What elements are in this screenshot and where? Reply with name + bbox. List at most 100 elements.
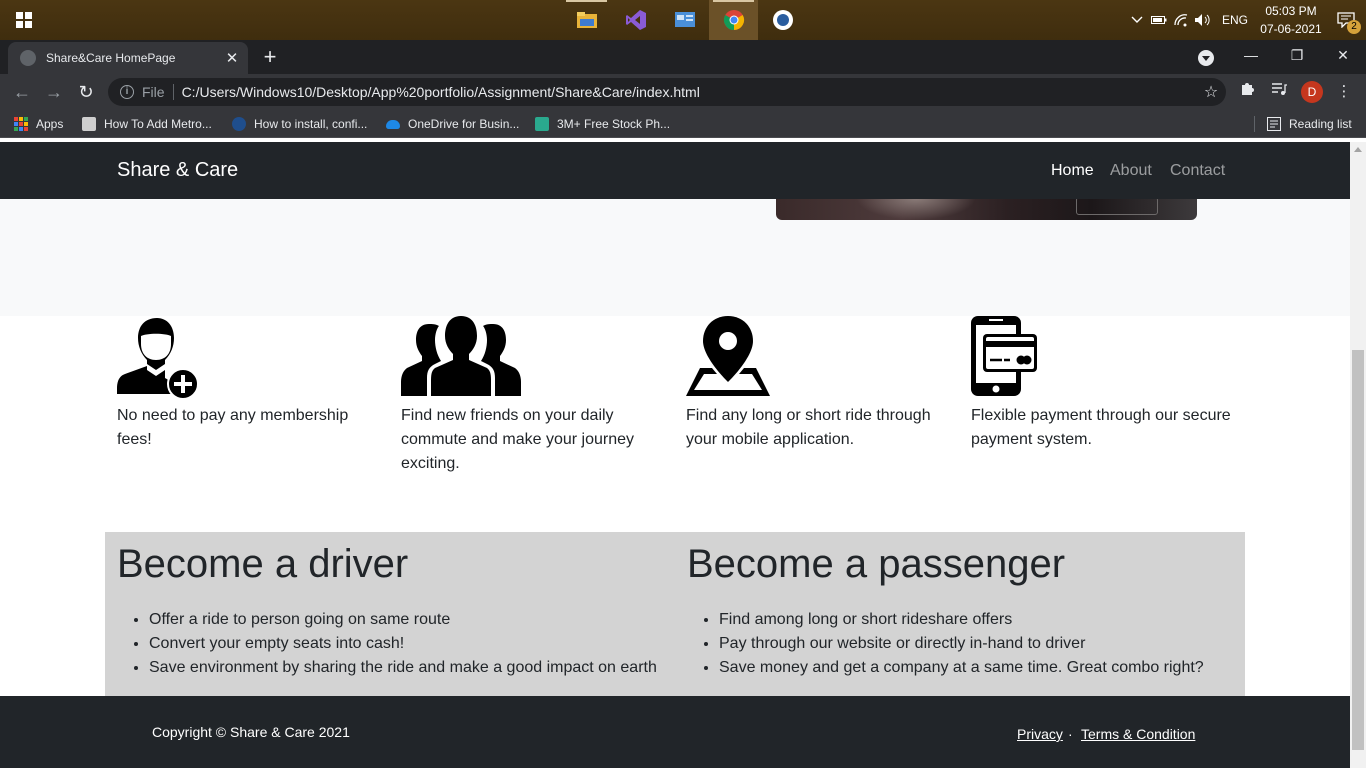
site-favicon-icon — [535, 117, 549, 131]
battery-icon[interactable] — [1148, 0, 1170, 40]
bookmark-label: OneDrive for Busin... — [408, 117, 520, 131]
nav-contact[interactable]: Contact — [1170, 162, 1225, 180]
language-indicator[interactable]: ENG — [1214, 13, 1256, 27]
address-divider — [172, 84, 174, 100]
visual-studio-icon[interactable] — [611, 0, 660, 40]
system-tray: ENG 05:03 PM 07-06-2021 2 — [1126, 0, 1366, 40]
bookmark-star-icon[interactable]: ☆ — [1196, 82, 1226, 102]
list-item: Save money and get a company at a same t… — [719, 656, 1247, 680]
browser-toolbar: ← → ↻ i File C:/Users/Windows10/Desktop/… — [0, 74, 1366, 110]
bookmark-label: Apps — [36, 117, 64, 131]
passenger-column: Become a passenger Find among long or sh… — [687, 538, 1247, 680]
site-footer: Copyright © Share & Care 2021 Privacy · … — [0, 696, 1350, 768]
volume-icon[interactable] — [1192, 0, 1214, 40]
driver-list: Offer a ride to person going on same rou… — [117, 608, 677, 680]
browser-tab-strip: Share&Care HomePage ✕ + — ❐ ✕ — [0, 40, 1366, 74]
feature-friends: Find new friends on your daily commute a… — [401, 316, 661, 476]
reload-icon[interactable]: ↻ — [74, 80, 98, 104]
tab-title: Share&Care HomePage — [46, 51, 176, 65]
copyright-text: Copyright © Share & Care 2021 — [152, 724, 350, 740]
feature-ride: Find any long or short ride through your… — [686, 316, 946, 452]
list-item: Find among long or short rideshare offer… — [719, 608, 1247, 632]
passenger-list: Find among long or short rideshare offer… — [687, 608, 1247, 680]
bookmark-metro[interactable]: How To Add Metro... — [82, 115, 212, 133]
file-explorer-icon[interactable] — [562, 0, 611, 40]
browser-tab[interactable]: Share&Care HomePage ✕ — [8, 42, 248, 74]
passenger-heading: Become a passenger — [687, 542, 1066, 586]
user-add-icon — [117, 318, 199, 400]
more-menu-icon[interactable]: ⋮ — [1332, 80, 1356, 104]
profile-avatar[interactable]: D — [1301, 81, 1323, 103]
list-item: Pay through our website or directly in-h… — [719, 632, 1247, 656]
feature-payment: Flexible payment through our secure paym… — [971, 316, 1231, 452]
bookmark-label: How To Add Metro... — [104, 117, 212, 131]
privacy-link[interactable]: Privacy — [1017, 726, 1063, 742]
bookmark-label: 3M+ Free Stock Ph... — [557, 117, 671, 131]
reading-list-button[interactable]: Reading list — [1267, 115, 1352, 133]
start-button[interactable] — [0, 0, 48, 40]
close-window-button[interactable]: ✕ — [1320, 40, 1366, 70]
scrollbar-thumb[interactable] — [1352, 350, 1364, 750]
notification-badge: 2 — [1347, 20, 1361, 34]
scroll-up-arrow-icon[interactable] — [1354, 147, 1362, 152]
group-icon — [401, 316, 521, 396]
forward-arrow-icon[interactable]: → — [42, 80, 66, 104]
action-center-button[interactable]: 2 — [1326, 0, 1366, 40]
url-scheme-label: File — [142, 84, 165, 100]
control-panel-icon[interactable] — [660, 0, 709, 40]
tab-search-icon[interactable] — [1198, 50, 1214, 66]
info-icon[interactable]: i — [120, 85, 134, 99]
list-item: Save environment by sharing the ride and… — [149, 656, 677, 680]
feature-text: Flexible payment through our secure paym… — [971, 407, 1231, 448]
map-pin-icon — [686, 316, 770, 396]
back-arrow-icon[interactable]: ← — [10, 80, 34, 104]
new-tab-button[interactable]: + — [258, 44, 282, 70]
bookmark-stock-photos[interactable]: 3M+ Free Stock Ph... — [535, 115, 670, 133]
url-text[interactable]: C:/Users/Windows10/Desktop/App%20portfol… — [182, 84, 1196, 100]
clock-date: 07-06-2021 — [1260, 22, 1322, 36]
extensions-icon[interactable] — [1235, 80, 1259, 104]
site-navbar: Share & Care Home About Contact — [0, 142, 1350, 199]
nav-home[interactable]: Home — [1051, 162, 1094, 180]
become-section: Become a driver Offer a ride to person g… — [105, 532, 1245, 696]
list-item: Convert your empty seats into cash! — [149, 632, 677, 656]
nav-about[interactable]: About — [1110, 162, 1152, 180]
terms-link[interactable]: Terms & Condition — [1081, 726, 1195, 742]
minimize-button[interactable]: — — [1228, 40, 1274, 70]
chevron-up-icon[interactable] — [1126, 0, 1148, 40]
clock[interactable]: 05:03 PM 07-06-2021 — [1256, 2, 1326, 38]
mobile-payment-icon — [971, 316, 1037, 396]
wifi-icon[interactable] — [1170, 0, 1192, 40]
bookmark-onedrive[interactable]: OneDrive for Busin... — [386, 115, 519, 133]
chrome-icon[interactable] — [709, 0, 758, 40]
apps-grid-icon — [14, 117, 28, 131]
feature-membership: No need to pay any membership fees! — [117, 316, 377, 452]
reading-list-label: Reading list — [1289, 117, 1352, 131]
clock-time: 05:03 PM — [1265, 4, 1317, 18]
bookmarks-bar: Apps How To Add Metro... How to install,… — [0, 110, 1366, 138]
driver-heading: Become a driver — [117, 542, 409, 586]
feature-text: No need to pay any membership fees! — [117, 407, 349, 448]
bookmark-label: How to install, confi... — [254, 117, 368, 131]
bookmarks-divider — [1254, 116, 1255, 132]
footer-separator: · — [1068, 726, 1073, 742]
media-control-icon[interactable] — [1267, 80, 1291, 104]
feature-text: Find any long or short ride through your… — [686, 407, 931, 448]
taskbar-apps — [562, 0, 807, 40]
feature-text: Find new friends on your daily commute a… — [401, 407, 634, 472]
app-icon[interactable] — [758, 0, 807, 40]
windows-logo-icon — [16, 12, 32, 28]
list-item: Offer a ride to person going on same rou… — [149, 608, 677, 632]
site-favicon-icon — [82, 117, 96, 131]
onedrive-cloud-icon — [386, 119, 400, 129]
address-bar[interactable]: i File C:/Users/Windows10/Desktop/App%20… — [108, 78, 1226, 106]
globe-icon — [20, 50, 36, 66]
site-favicon-icon — [232, 117, 246, 131]
page-scrollbar[interactable] — [1350, 142, 1366, 768]
site-brand[interactable]: Share & Care — [117, 159, 238, 182]
bookmark-install[interactable]: How to install, confi... — [232, 115, 367, 133]
driver-column: Become a driver Offer a ride to person g… — [117, 538, 677, 680]
close-tab-icon[interactable]: ✕ — [224, 49, 240, 67]
bookmark-apps[interactable]: Apps — [14, 115, 63, 133]
restore-button[interactable]: ❐ — [1274, 40, 1320, 70]
